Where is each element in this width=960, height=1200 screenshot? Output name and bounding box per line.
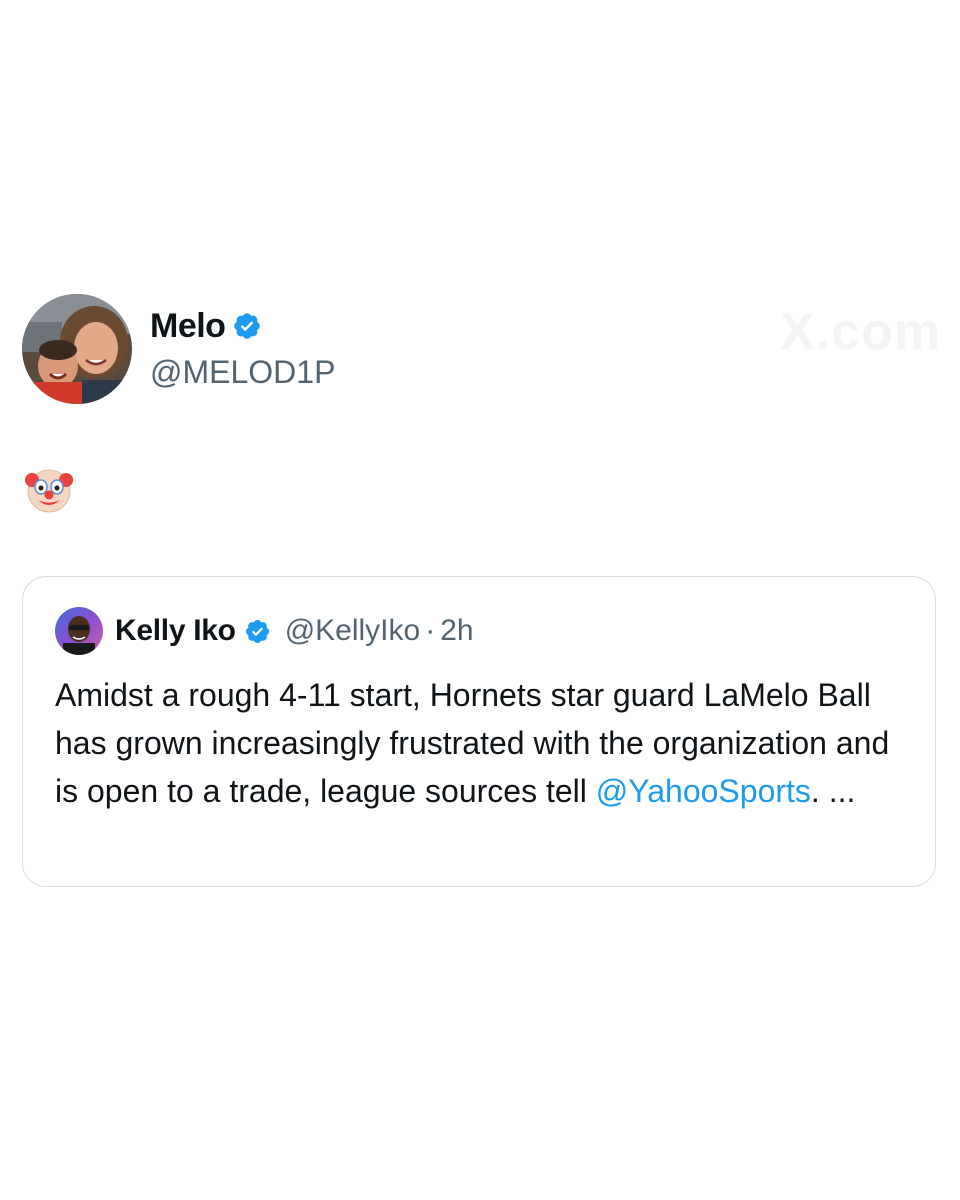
clown-face-icon	[25, 469, 73, 513]
author-avatar[interactable]	[22, 294, 132, 404]
quoted-author-handle[interactable]: @KellyIko	[285, 614, 421, 648]
quoted-tweet-text: Amidst a rough 4-11 start, Hornets star …	[55, 671, 915, 815]
avatar-photo	[22, 294, 132, 404]
quoted-author-avatar[interactable]	[55, 607, 103, 655]
watermark: X.com	[780, 303, 942, 361]
avatar-photo	[55, 607, 103, 655]
verified-badge-icon	[245, 619, 269, 643]
quoted-tweet-card[interactable]: Kelly Iko @KellyIko · 2h Amidst a rough …	[22, 576, 936, 887]
mention-link[interactable]: @YahooSports	[596, 773, 811, 809]
quoted-tweet-header: Kelly Iko @KellyIko · 2h	[55, 607, 474, 655]
author-display-name[interactable]: Melo	[150, 306, 226, 346]
quoted-author-display-name[interactable]: Kelly Iko	[115, 614, 236, 648]
author-handle[interactable]: @MELOD1P	[150, 352, 335, 392]
verified-badge-icon	[234, 313, 261, 339]
quoted-tweet-timestamp[interactable]: 2h	[440, 614, 473, 648]
tweet-author[interactable]: Melo @MELOD1P	[22, 294, 335, 404]
separator-dot: ·	[425, 614, 436, 647]
quoted-tweet-text-tail: . ...	[810, 773, 856, 809]
